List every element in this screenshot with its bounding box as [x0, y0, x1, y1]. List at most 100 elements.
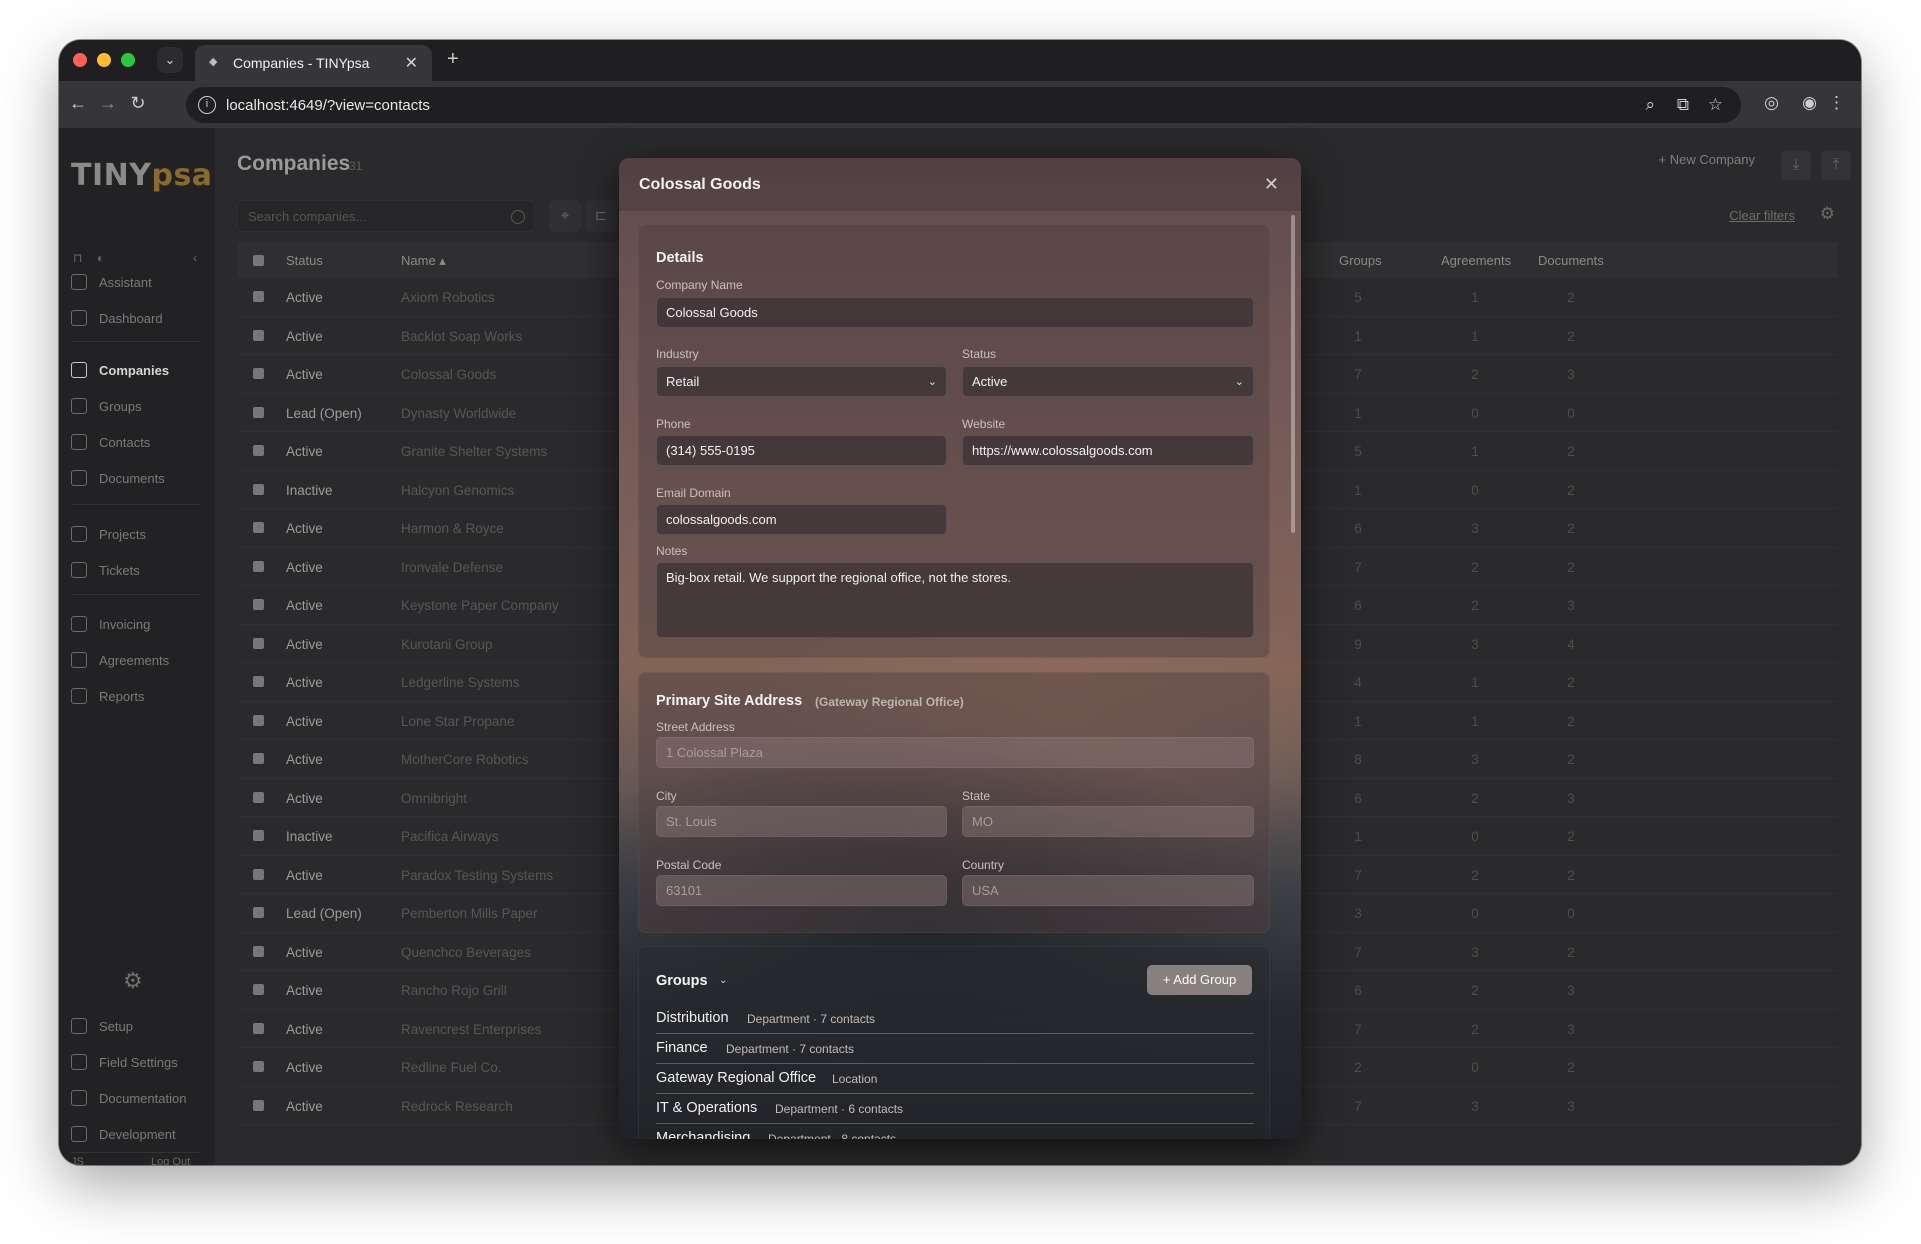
group-row[interactable]: Distribution Department · 7 contacts	[656, 1004, 1254, 1034]
row-checkbox[interactable]	[253, 522, 264, 533]
sidebar-item-documents[interactable]: Documents	[71, 466, 206, 490]
row-checkbox[interactable]	[253, 830, 264, 841]
sidebar-item-tickets[interactable]: Tickets	[71, 558, 206, 582]
sidebar-item-contacts[interactable]: Contacts	[71, 430, 206, 454]
status-select[interactable]: Active ⌄	[962, 366, 1254, 397]
row-checkbox[interactable]	[253, 599, 264, 610]
row-checkbox[interactable]	[253, 1099, 264, 1111]
row-checkbox[interactable]	[253, 291, 264, 302]
row-name[interactable]: Dynasty Worldwide	[401, 406, 516, 421]
row-checkbox[interactable]	[253, 753, 264, 764]
close-window-button[interactable]	[73, 53, 87, 67]
row-name[interactable]: Harmon & Royce	[401, 521, 504, 536]
row-checkbox[interactable]	[253, 984, 264, 995]
group-row[interactable]: Gateway Regional Office Location	[656, 1064, 1254, 1094]
group-name[interactable]: Gateway Regional Office	[656, 1070, 816, 1086]
row-name[interactable]: Granite Shelter Systems	[401, 444, 547, 459]
phone-input[interactable]: (314) 555-0195	[656, 435, 947, 466]
back-icon[interactable]: ←	[67, 93, 89, 114]
column-header-documents[interactable]: Documents	[1538, 253, 1604, 268]
sidebar-item-invoicing[interactable]: Invoicing	[71, 612, 206, 636]
state-input[interactable]: MO	[962, 806, 1254, 837]
sidebar-item-field-settings[interactable]: Field Settings	[71, 1050, 206, 1074]
company-name-input[interactable]: Colossal Goods	[656, 297, 1254, 328]
row-name[interactable]: Redline Fuel Co.	[401, 1060, 502, 1075]
maximize-window-button[interactable]	[121, 53, 135, 67]
new-company-button[interactable]: + New Company	[1659, 152, 1755, 167]
group-row[interactable]: Merchandising Department · 8 contacts	[656, 1124, 1254, 1139]
group-name[interactable]: Merchandising	[656, 1130, 750, 1139]
row-name[interactable]: MotherCore Robotics	[401, 752, 529, 767]
menu-icon[interactable]: ⋮	[1828, 93, 1845, 113]
column-header-agreements[interactable]: Agreements	[1441, 253, 1511, 268]
theme-icon[interactable]: ◐	[97, 251, 104, 265]
row-name[interactable]: Halcyon Genomics	[401, 483, 514, 498]
help-icon[interactable]	[511, 210, 525, 224]
sidebar-item-documentation[interactable]: Documentation	[71, 1086, 206, 1110]
row-checkbox[interactable]	[253, 1022, 264, 1034]
zoom-icon[interactable]: ⌕	[1645, 95, 1655, 115]
row-checkbox[interactable]	[253, 868, 264, 880]
row-checkbox[interactable]	[253, 445, 264, 456]
industry-select[interactable]: Retail ⌄	[656, 366, 947, 397]
row-checkbox[interactable]	[253, 329, 264, 341]
notes-textarea[interactable]: Big-box retail. We support the regional …	[656, 562, 1254, 638]
row-checkbox[interactable]	[253, 368, 264, 379]
row-name[interactable]: Kurotani Group	[401, 637, 493, 652]
row-checkbox[interactable]	[253, 1061, 264, 1072]
row-name[interactable]: Colossal Goods	[401, 367, 496, 382]
sidebar-item-development[interactable]: Development	[71, 1122, 206, 1146]
modal-scrollbar[interactable]	[1291, 215, 1295, 533]
row-name[interactable]: Pemberton Mills Paper	[401, 906, 538, 921]
pin-icon[interactable]: ⌖	[549, 200, 581, 232]
postal-input[interactable]: 63101	[656, 875, 947, 906]
reload-icon[interactable]: ↻	[127, 93, 149, 114]
install-app-icon[interactable]: ⧉	[1677, 95, 1689, 115]
profile-icon[interactable]: ◉	[1802, 93, 1817, 113]
street-input[interactable]: 1 Colossal Plaza	[656, 737, 1254, 768]
row-checkbox[interactable]	[253, 907, 264, 918]
row-name[interactable]: Paradox Testing Systems	[401, 868, 553, 883]
tab-search-button[interactable]: ⌄	[157, 47, 183, 73]
group-name[interactable]: IT & Operations	[656, 1100, 757, 1116]
logout-link[interactable]: Log Out	[151, 1156, 190, 1165]
forward-icon[interactable]: →	[97, 93, 119, 114]
address-bar[interactable]: i localhost:4649/?view=contacts ⌕ ⧉ ☆	[186, 87, 1741, 123]
clear-filters-link[interactable]: Clear filters	[1729, 208, 1795, 223]
column-header-name[interactable]: Name ▴	[401, 253, 446, 269]
upload-icon[interactable]: ⤒	[1821, 150, 1851, 180]
extensions-icon[interactable]: ◎	[1764, 93, 1779, 113]
row-checkbox[interactable]	[253, 676, 264, 687]
row-name[interactable]: Redrock Research	[401, 1099, 513, 1114]
row-checkbox[interactable]	[253, 560, 264, 572]
row-name[interactable]: Pacifica Airways	[401, 829, 499, 844]
close-tab-icon[interactable]: ✕	[405, 53, 418, 73]
column-header-groups[interactable]: Groups	[1339, 253, 1382, 268]
sidebar-item-setup[interactable]: Setup	[71, 1014, 206, 1038]
group-row[interactable]: IT & Operations Department · 6 contacts	[656, 1094, 1254, 1124]
settings-gear-icon[interactable]: ⚙	[123, 968, 143, 994]
email-domain-input[interactable]: colossalgoods.com	[656, 504, 947, 535]
column-settings-icon[interactable]: ⚙	[1820, 204, 1835, 224]
group-row[interactable]: Finance Department · 7 contacts	[656, 1034, 1254, 1064]
saved-views-icon[interactable]: ⊏	[585, 200, 617, 232]
column-header-status[interactable]: Status	[286, 253, 323, 268]
row-name[interactable]: Lone Star Propane	[401, 714, 514, 729]
sidebar-item-groups[interactable]: Groups	[71, 394, 206, 418]
row-name[interactable]: Ironvale Defense	[401, 560, 503, 575]
search-input[interactable]	[237, 200, 535, 232]
group-name[interactable]: Finance	[656, 1040, 708, 1056]
close-modal-icon[interactable]: ✕	[1264, 174, 1279, 195]
city-input[interactable]: St. Louis	[656, 806, 947, 837]
row-name[interactable]: Backlot Soap Works	[401, 329, 522, 344]
sidebar-item-reports[interactable]: Reports	[71, 684, 206, 708]
info-icon[interactable]: i	[198, 96, 216, 114]
row-name[interactable]: Ledgerline Systems	[401, 675, 520, 690]
group-name[interactable]: Distribution	[656, 1010, 729, 1026]
collapse-sidebar-icon[interactable]: ‹	[193, 251, 197, 265]
country-input[interactable]: USA	[962, 875, 1254, 906]
row-name[interactable]: Quenchco Beverages	[401, 945, 531, 960]
sidebar-item-assistant[interactable]: Assistant	[71, 270, 206, 294]
minimize-window-button[interactable]	[97, 53, 111, 67]
lock-icon[interactable]: ⊓	[73, 251, 82, 265]
